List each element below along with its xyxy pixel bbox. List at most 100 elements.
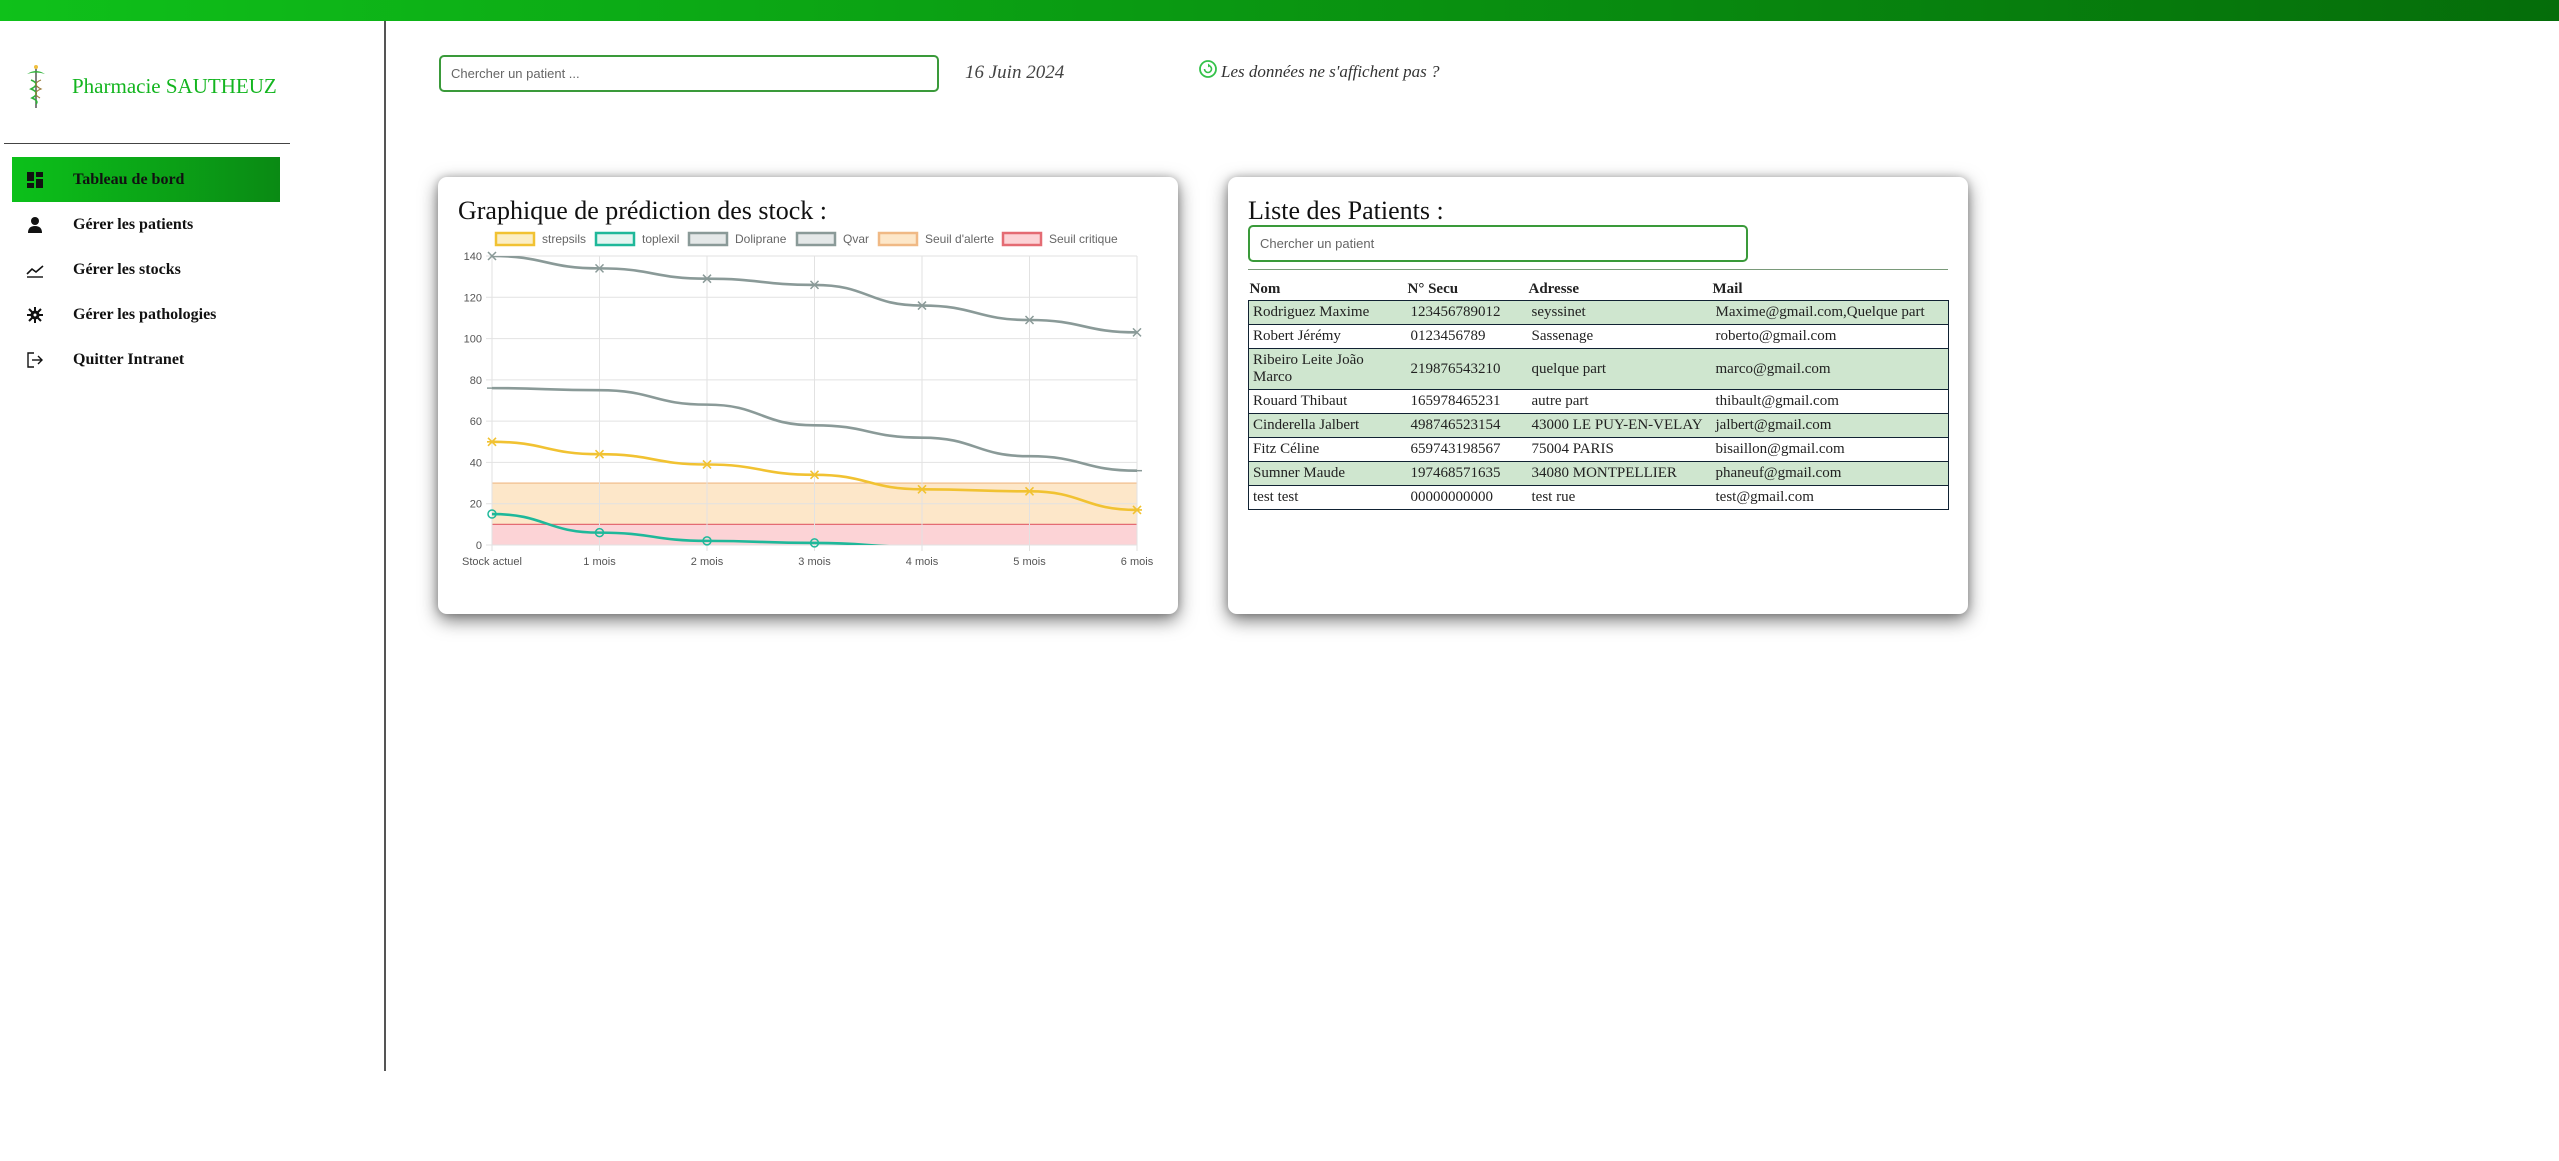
legend-label: strepsils xyxy=(542,232,586,246)
sidebar-item-label: Gérer les stocks xyxy=(73,260,181,278)
column-header[interactable]: N° Secu xyxy=(1407,278,1528,301)
patient-address-cell: Sassenage xyxy=(1527,324,1712,349)
y-tick-label: 60 xyxy=(470,416,482,428)
patients-card: Liste des Patients : Nom N° Secu Adresse… xyxy=(1228,177,1968,614)
column-header[interactable]: Adresse xyxy=(1528,278,1712,301)
x-tick-label: Stock actuel xyxy=(462,556,522,568)
legend-label: Qvar xyxy=(843,232,869,246)
sidebar-divider xyxy=(4,143,290,144)
dashboard-icon xyxy=(24,169,46,191)
patient-address-cell: test rue xyxy=(1527,485,1712,510)
x-tick-label: 4 mois xyxy=(906,556,939,568)
legend-swatch xyxy=(494,231,536,247)
table-row[interactable]: Robert Jérémy 0123456789 Sassenage roberto@… xyxy=(1248,324,1949,349)
patient-name-cell: Fitz Céline xyxy=(1248,437,1407,462)
legend-label: Doliprane xyxy=(735,232,787,246)
brand-name: Pharmacie SAUTHEUZ xyxy=(72,73,277,98)
sidebar-item-dashboard[interactable]: Tableau de bord xyxy=(12,157,280,202)
patient-mail-cell: bisaillon@gmail.com xyxy=(1711,437,1949,462)
table-row[interactable]: test test 00000000000 test rue test@gmail.c… xyxy=(1248,485,1949,510)
patient-mail-cell: thibault@gmail.com xyxy=(1711,389,1949,414)
search-input[interactable] xyxy=(439,55,939,92)
y-tick-label: 20 xyxy=(470,499,482,511)
stock-prediction-card: Graphique de prédiction des stock : 0 20 4… xyxy=(438,177,1178,614)
column-header[interactable]: Mail xyxy=(1712,278,1949,301)
sidebar-item-label: Quitter Intranet xyxy=(73,350,185,368)
patient-name-cell: Cinderella Jalbert xyxy=(1248,413,1407,438)
x-tick-label: 2 mois xyxy=(691,556,724,568)
x-tick-label: 3 mois xyxy=(798,556,831,568)
y-tick-label: 100 xyxy=(464,334,482,346)
legend-swatch xyxy=(795,231,837,247)
y-tick-label: 80 xyxy=(470,375,482,387)
table-header-row: Nom N° Secu Adresse Mail xyxy=(1249,278,1949,301)
sidebar-item-label: Gérer les patients xyxy=(73,215,194,233)
sidebar-item-patients[interactable]: Gérer les patients xyxy=(12,202,280,247)
patient-secu-cell: 659743198567 xyxy=(1406,437,1528,462)
legend-swatch xyxy=(687,231,729,247)
sidebar-nav: Tableau de bord Gérer les patients Gérer… xyxy=(12,157,280,382)
x-tick-label: 1 mois xyxy=(583,556,616,568)
patient-address-cell: seyssinet xyxy=(1527,300,1712,325)
patients-divider xyxy=(1248,269,1948,270)
patient-secu-cell: 219876543210 xyxy=(1406,348,1528,390)
patient-secu-cell: 00000000000 xyxy=(1406,485,1528,510)
trend-line-icon xyxy=(24,259,46,281)
patient-secu-cell: 197468571635 xyxy=(1406,461,1528,486)
column-header[interactable]: Nom xyxy=(1249,278,1407,301)
x-tick-label: 5 mois xyxy=(1013,556,1046,568)
table-row[interactable]: Fitz Céline 659743198567 75004 PARIS bisail… xyxy=(1248,437,1949,462)
legend-label: Seuil d'alerte xyxy=(925,232,994,246)
table-row[interactable]: Ribeiro Leite João Marco 219876543210 quel… xyxy=(1248,348,1949,390)
patient-secu-cell: 498746523154 xyxy=(1406,413,1528,438)
patient-address-cell: quelque part xyxy=(1527,348,1712,390)
patient-secu-cell: 123456789012 xyxy=(1406,300,1528,325)
patient-search-input[interactable] xyxy=(1248,225,1748,262)
patient-name-cell: Sumner Maude xyxy=(1248,461,1407,486)
patient-name-cell: Robert Jérémy xyxy=(1248,324,1407,349)
patient-name-cell: Ribeiro Leite João Marco xyxy=(1248,348,1407,390)
legend-label: Seuil critique xyxy=(1049,232,1118,246)
y-tick-label: 120 xyxy=(464,292,482,304)
patient-address-cell: 34080 MONTPELLIER xyxy=(1527,461,1712,486)
patient-name-cell: Rodriguez Maxime xyxy=(1248,300,1407,325)
top-bar xyxy=(0,0,2559,21)
table-row[interactable]: Rouard Thibaut 165978465231 autre part thib… xyxy=(1248,389,1949,414)
brand[interactable]: Pharmacie SAUTHEUZ xyxy=(22,61,277,111)
patients-table: Nom N° Secu Adresse Mail Rodriguez Maxim… xyxy=(1248,278,1949,510)
patients-title: Liste des Patients : xyxy=(1248,196,1444,225)
legend-swatch xyxy=(877,231,919,247)
data-notice-text: Les données ne s'affichent pas ? xyxy=(1221,62,1440,81)
patient-mail-cell: jalbert@gmail.com xyxy=(1711,413,1949,438)
sidebar-item-label: Gérer les pathologies xyxy=(73,305,217,323)
x-tick-label: 6 mois xyxy=(1121,556,1154,568)
legend-swatch xyxy=(1001,231,1043,247)
patient-mail-cell: Maxime@gmail.com,Quelque part xyxy=(1711,300,1949,325)
table-row[interactable]: Cinderella Jalbert 498746523154 43000 LE P… xyxy=(1248,413,1949,438)
sidebar-item-stocks[interactable]: Gérer les stocks xyxy=(12,247,280,292)
patient-address-cell: 43000 LE PUY-EN-VELAY xyxy=(1527,413,1712,438)
patient-mail-cell: phaneuf@gmail.com xyxy=(1711,461,1949,486)
patient-secu-cell: 0123456789 xyxy=(1406,324,1528,349)
table-row[interactable]: Sumner Maude 197468571635 34080 MONTPELLIE… xyxy=(1248,461,1949,486)
refresh-icon[interactable] xyxy=(1198,59,1218,79)
sidebar-item-pathologies[interactable]: Gérer les pathologies xyxy=(12,292,280,337)
patient-name-cell: test test xyxy=(1248,485,1407,510)
patient-mail-cell: test@gmail.com xyxy=(1711,485,1949,510)
patient-name-cell: Rouard Thibaut xyxy=(1248,389,1407,414)
patient-secu-cell: 165978465231 xyxy=(1406,389,1528,414)
patient-address-cell: autre part xyxy=(1527,389,1712,414)
patient-mail-cell: roberto@gmail.com xyxy=(1711,324,1949,349)
y-tick-label: 140 xyxy=(464,251,482,263)
table-row[interactable]: Rodriguez Maxime 123456789012 seyssinet Max… xyxy=(1248,300,1949,325)
stock-prediction-chart[interactable]: 0 20 40 60 80 100 120 140 Stock actuel 1 mois 2 mo… xyxy=(438,177,1178,614)
patients-table-body: Rodriguez Maxime 123456789012 seyssinet Max… xyxy=(1248,300,1949,510)
data-notice-link[interactable]: Les données ne s'affichent pas ? xyxy=(1198,59,1440,82)
sidebar-item-logout[interactable]: Quitter Intranet xyxy=(12,337,280,382)
virus-icon xyxy=(24,304,46,326)
logout-icon xyxy=(24,349,46,371)
legend-swatch xyxy=(594,231,636,247)
caduceus-icon xyxy=(27,65,45,108)
y-tick-label: 40 xyxy=(470,457,482,469)
y-tick-label: 0 xyxy=(476,540,482,552)
